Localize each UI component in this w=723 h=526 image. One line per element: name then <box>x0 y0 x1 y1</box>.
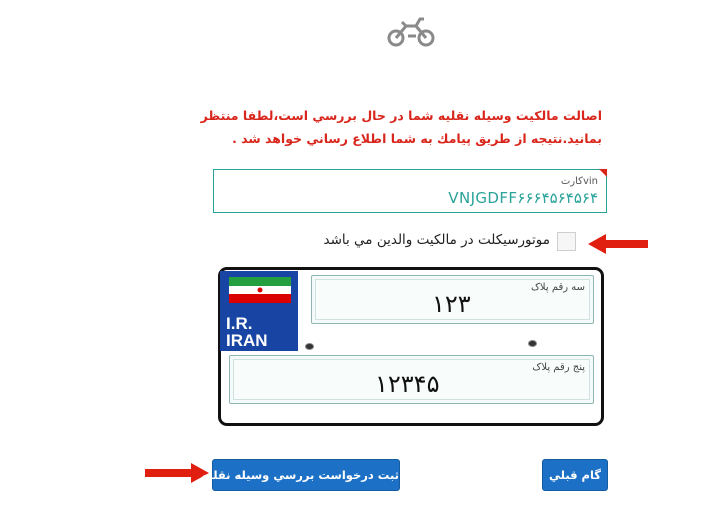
arrow-right-icon <box>145 463 209 483</box>
plate-three-digit-value[interactable]: ۱۲۳ <box>432 290 471 318</box>
required-marker <box>599 169 607 177</box>
parents-ownership-checkbox[interactable] <box>557 232 576 251</box>
plate-screw <box>528 340 537 347</box>
plate-three-digit-label: سه رقم پلاک <box>530 282 585 293</box>
vin-value[interactable]: VNJGDFF۶۶۶۴۵۶۴۵۶۴ <box>448 189 598 207</box>
plate-five-digit-value[interactable]: ۱۲۳۴۵ <box>375 370 439 398</box>
notice-line-1: اصالت مالكيت وسيله نقليه شما در حال بررس… <box>200 108 602 123</box>
vin-field[interactable]: vinکارت VNJGDFF۶۶۶۴۵۶۴۵۶۴ <box>213 169 607 213</box>
motorcycle-icon <box>387 17 435 47</box>
vin-label: vinکارت <box>560 176 598 187</box>
plate-country-name: IRAN <box>226 331 268 350</box>
notice-line-2: بمانيد.نتيجه از طريق پيامك به شما اطلاع … <box>232 131 602 146</box>
arrow-left-icon <box>588 234 648 254</box>
parents-ownership-label: موتورسيكلت در مالكيت والدين مي باشد <box>323 232 550 248</box>
previous-step-button[interactable]: گام قبلي <box>542 459 608 491</box>
submit-vehicle-check-button[interactable]: ثبت درخواست بررسي وسيله نقليه <box>202 459 400 491</box>
plate-three-digit-field[interactable]: سه رقم پلاک ۱۲۳ <box>311 275 594 324</box>
plate-five-digit-label: پنج رقم پلاک <box>532 362 585 373</box>
plate-five-digit-field[interactable]: پنج رقم پلاک ۱۲۳۴۵ <box>229 355 594 404</box>
iran-flag-icon <box>229 277 291 303</box>
plate-screw <box>305 343 314 350</box>
